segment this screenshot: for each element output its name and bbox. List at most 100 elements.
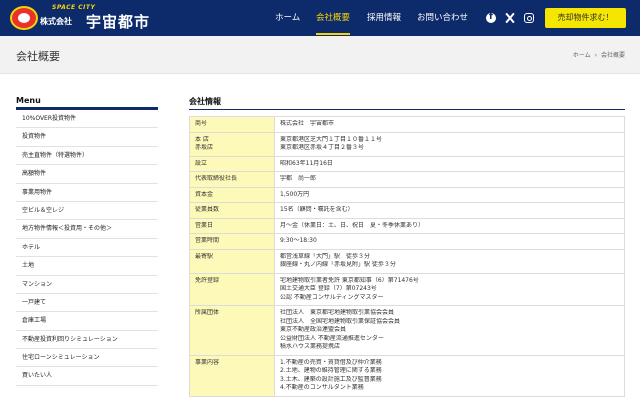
row-value: 15名（顧問・嘱託を含む）: [274, 202, 625, 219]
row-value: 社団法人 東京都宅地建物取引業協会会員 社団法人 全国宅地建物取引業保証協会会員東…: [274, 305, 625, 356]
breadcrumb-chevron-icon: ›: [594, 52, 597, 59]
row-label: 免許登録: [189, 272, 275, 306]
company-logo[interactable]: SPACE CITY 株式会社 宇宙都市: [10, 4, 160, 32]
row-label: 資本金: [189, 186, 275, 203]
nav-company-overview[interactable]: 会社概要: [316, 0, 350, 36]
row-label: 従業員数: [189, 202, 275, 219]
table-row: 従業員数 15名（顧問・嘱託を含む）: [189, 202, 625, 219]
breadcrumb-current: 会社概要: [600, 52, 625, 59]
nav-active-indicator: [316, 33, 350, 35]
row-label-line: 営業日: [195, 221, 214, 229]
row-value-line: 公認 不動産コンサルティングマスター: [280, 293, 384, 301]
row-value-line: 1.不動産の売買・賃貸借及び仲介業務: [280, 358, 382, 366]
row-value-line: 月〜金（休業日：土、日、祝日 夏・冬季休業あり）: [280, 221, 425, 229]
row-value: 1.不動産の売買・賃貸借及び仲介業務 2.土地、建物の維持管理に関する業務 3.土木…: [274, 354, 625, 397]
table-row: 商号 株式会社 宇宙都市: [189, 116, 625, 133]
x-twitter-icon[interactable]: [505, 13, 515, 23]
breadcrumb-home[interactable]: ホーム: [573, 52, 591, 59]
row-label: 代表取締役社長: [189, 171, 275, 188]
section-title: 会社情報: [189, 96, 625, 110]
logo-company-name: 宇宙都市: [86, 13, 151, 31]
row-value-line: 9:30〜18:30: [280, 237, 317, 244]
sidebar-item[interactable]: 高額物件: [16, 165, 158, 184]
table-row: 営業日 月〜金（休業日：土、日、祝日 夏・冬季休業あり）: [189, 217, 625, 234]
row-value-line: 国土交通大臣 登録（7）第07243号: [280, 285, 377, 292]
row-value: 月〜金（休業日：土、日、祝日 夏・冬季休業あり）: [274, 217, 625, 234]
sidebar-item[interactable]: 買いたい人: [16, 367, 158, 386]
row-label-line: 最寄駅: [195, 252, 214, 260]
logo-company-type: 株式会社: [40, 17, 72, 26]
row-value: 株式会社 宇宙都市: [274, 116, 625, 133]
row-label: 所属団体: [189, 305, 275, 356]
row-value-line: 社団法人 全国宅地建物取引業保証協会会員: [280, 317, 401, 325]
row-value-line: 昭和63年11月16日: [280, 159, 333, 167]
sidebar-item[interactable]: 一戸建て: [16, 294, 158, 313]
page-title-bar: 会社概要 ホーム › 会社概要: [0, 36, 640, 74]
sidebar-item[interactable]: 投資物件: [16, 128, 158, 147]
row-label-line: 所属団体: [195, 309, 220, 316]
row-value: 宇都 尚一郎: [274, 171, 625, 188]
row-label-line: 資本金: [195, 190, 214, 198]
page-title: 会社概要: [16, 50, 60, 63]
row-label-line: 赤坂店: [195, 144, 214, 151]
company-info-table: 商号 株式会社 宇宙都市本 店赤坂店 東京都港区芝大門１丁目１０番１１号 東京都港区赤…: [189, 116, 625, 397]
row-value-line: 1,500万円: [280, 190, 310, 198]
row-value-line: 宅地建物取引業者免許 東京都知事（6）第71476号: [280, 276, 419, 284]
facebook-icon[interactable]: [486, 12, 496, 23]
row-value-line: 東京都港区赤坂４丁目２番３号: [280, 144, 365, 151]
row-label-line: 営業時間: [195, 237, 220, 244]
breadcrumb: ホーム › 会社概要: [573, 50, 625, 59]
sidebar-item[interactable]: 地方物件情報＜投資用・その他＞: [16, 220, 158, 239]
row-label: 本 店赤坂店: [189, 131, 275, 157]
row-value-line: 宇都 尚一郎: [280, 175, 317, 182]
table-row: 事業内容 1.不動産の売買・賃貸借及び仲介業務 2.土地、建物の維持管理に関する業務…: [189, 354, 625, 397]
row-value-line: 東京不動産政治連盟会員: [280, 326, 347, 333]
sidebar-item[interactable]: 住宅ローンシミュレーション: [16, 349, 158, 368]
logo-emblem-icon: [10, 6, 38, 30]
row-value-line: 4.不動産のコンサルタント業務: [280, 384, 364, 391]
row-value: 都営浅草線「大門」駅 徒歩３分 銀座線・丸ノ内線「赤坂見附」駅 徒歩３分: [274, 248, 625, 274]
row-label: 営業日: [189, 217, 275, 234]
row-value-line: 都営浅草線「大門」駅 徒歩３分: [280, 252, 371, 260]
nav-contact[interactable]: お問い合わせ: [417, 0, 468, 36]
sidebar-title: Menu: [16, 96, 158, 110]
row-value-line: 2.土地、建物の維持管理に関する業務: [280, 367, 382, 374]
row-value: 東京都港区芝大門１丁目１０番１１号 東京都港区赤坂４丁目２番３号: [274, 131, 625, 157]
row-label-line: 本 店: [195, 135, 209, 143]
row-label-line: 商号: [195, 120, 208, 127]
row-value-line: 東京都港区芝大門１丁目１０番１１号: [280, 135, 383, 143]
row-label: 事業内容: [189, 354, 275, 397]
table-row: 本 店赤坂店 東京都港区芝大門１丁目１０番１１号 東京都港区赤坂４丁目２番３号: [189, 131, 625, 157]
table-row: 設立 昭和63年11月16日: [189, 155, 625, 172]
row-label: 営業時間: [189, 233, 275, 250]
row-value-line: 社団法人 東京都宅地建物取引業協会会員: [280, 309, 395, 316]
logo-subtitle: SPACE CITY: [52, 4, 96, 11]
nav-recruitment[interactable]: 採用情報: [367, 0, 401, 36]
sidebar-item[interactable]: 不動産投資利回りシミュレーション: [16, 331, 158, 350]
row-value: 宅地建物取引業者免許 東京都知事（6）第71476号 国土交通大臣 登録（7）第0…: [274, 272, 625, 306]
sidebar-item[interactable]: マンション: [16, 276, 158, 294]
row-label-line: 免許登録: [195, 276, 220, 284]
table-row: 免許登録 宅地建物取引業者免許 東京都知事（6）第71476号 国土交通大臣 登録（…: [189, 272, 625, 306]
sidebar-item[interactable]: 売主直物件（特選物件）: [16, 147, 158, 166]
row-label-line: 設立: [195, 159, 208, 167]
row-value-line: 株式会社 宇宙都市: [280, 120, 335, 127]
instagram-icon[interactable]: [524, 13, 534, 23]
row-value-line: 積水ハウス業務提携店: [280, 343, 341, 350]
sidebar-item[interactable]: 土地: [16, 257, 158, 276]
sidebar-item[interactable]: 事業用物件: [16, 184, 158, 202]
row-label-line: 代表取締役社長: [195, 175, 238, 182]
row-value: 1,500万円: [274, 186, 625, 203]
sell-property-button[interactable]: 売却物件求む！: [545, 8, 626, 28]
nav-home[interactable]: ホーム: [275, 0, 300, 36]
row-label: 設立: [189, 155, 275, 172]
sidebar-item[interactable]: 倉庫工場: [16, 312, 158, 331]
table-row: 所属団体 社団法人 東京都宅地建物取引業協会会員 社団法人 全国宅地建物取引業保証協…: [189, 305, 625, 356]
sidebar-item[interactable]: 10%OVER投資物件: [16, 110, 158, 129]
sidebar-item[interactable]: ホテル: [16, 239, 158, 258]
row-value-line: 3.土木、建築の設計施工及び監督業務: [280, 375, 382, 383]
sidebar-item[interactable]: 空ビル＆空レジ: [16, 202, 158, 221]
table-row: 営業時間 9:30〜18:30: [189, 233, 625, 250]
row-value-line: 銀座線・丸ノ内線「赤坂見附」駅 徒歩３分: [280, 261, 396, 268]
row-value-line: 公益財団法人 不動産流通推進センター: [280, 334, 384, 342]
